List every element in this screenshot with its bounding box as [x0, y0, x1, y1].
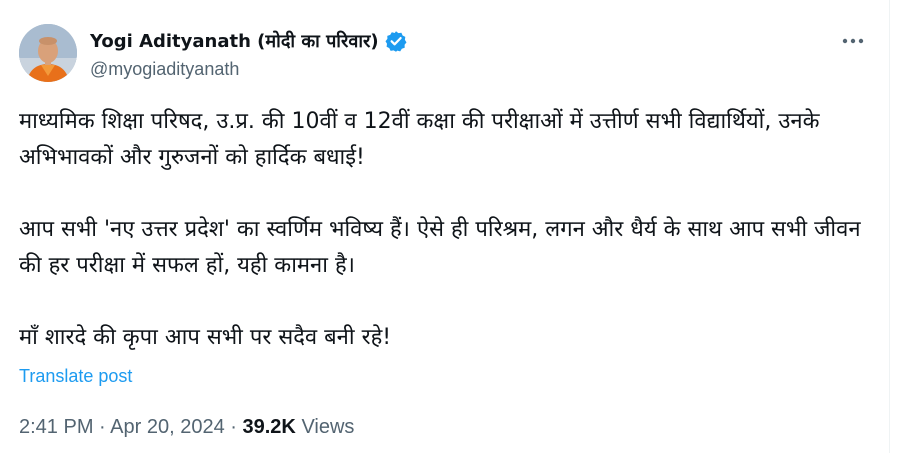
- more-button[interactable]: [836, 26, 870, 56]
- author-name-row: Yogi Adityanath (मोदी का परिवार): [90, 28, 407, 54]
- views-count: 39.2K: [242, 416, 296, 438]
- meta-separator: ·: [99, 416, 106, 438]
- post-card: Yogi Adityanath (मोदी का परिवार) @myogia…: [0, 0, 890, 453]
- avatar-image: [19, 24, 77, 82]
- verified-badge-icon: [385, 30, 407, 52]
- author-display-name[interactable]: Yogi Adityanath (मोदी का परिवार): [90, 29, 379, 53]
- post-time[interactable]: 2:41 PM: [19, 416, 93, 438]
- translate-post-link[interactable]: Translate post: [19, 366, 132, 387]
- avatar[interactable]: [19, 24, 77, 82]
- post-paragraph-1: माध्यमिक शिक्षा परिषद, उ.प्र. की 10वीं व…: [19, 109, 820, 170]
- post-paragraph-3: माँ शारदे की कृपा आप सभी पर सदैव बनी रहे…: [19, 325, 392, 350]
- more-horizontal-icon: [842, 38, 864, 44]
- meta-separator: ·: [230, 416, 237, 438]
- post-meta: 2:41 PM · Apr 20, 2024 · 39.2K Views: [19, 416, 354, 439]
- post-date[interactable]: Apr 20, 2024: [110, 416, 225, 438]
- views-label: Views: [301, 416, 355, 438]
- author-handle[interactable]: @myogiadityanath: [90, 59, 239, 80]
- post-paragraph-2: आप सभी 'नए उत्तर प्रदेश' का स्वर्णिम भवि…: [19, 217, 861, 278]
- post-text: माध्यमिक शिक्षा परिषद, उ.प्र. की 10वीं व…: [19, 104, 869, 350]
